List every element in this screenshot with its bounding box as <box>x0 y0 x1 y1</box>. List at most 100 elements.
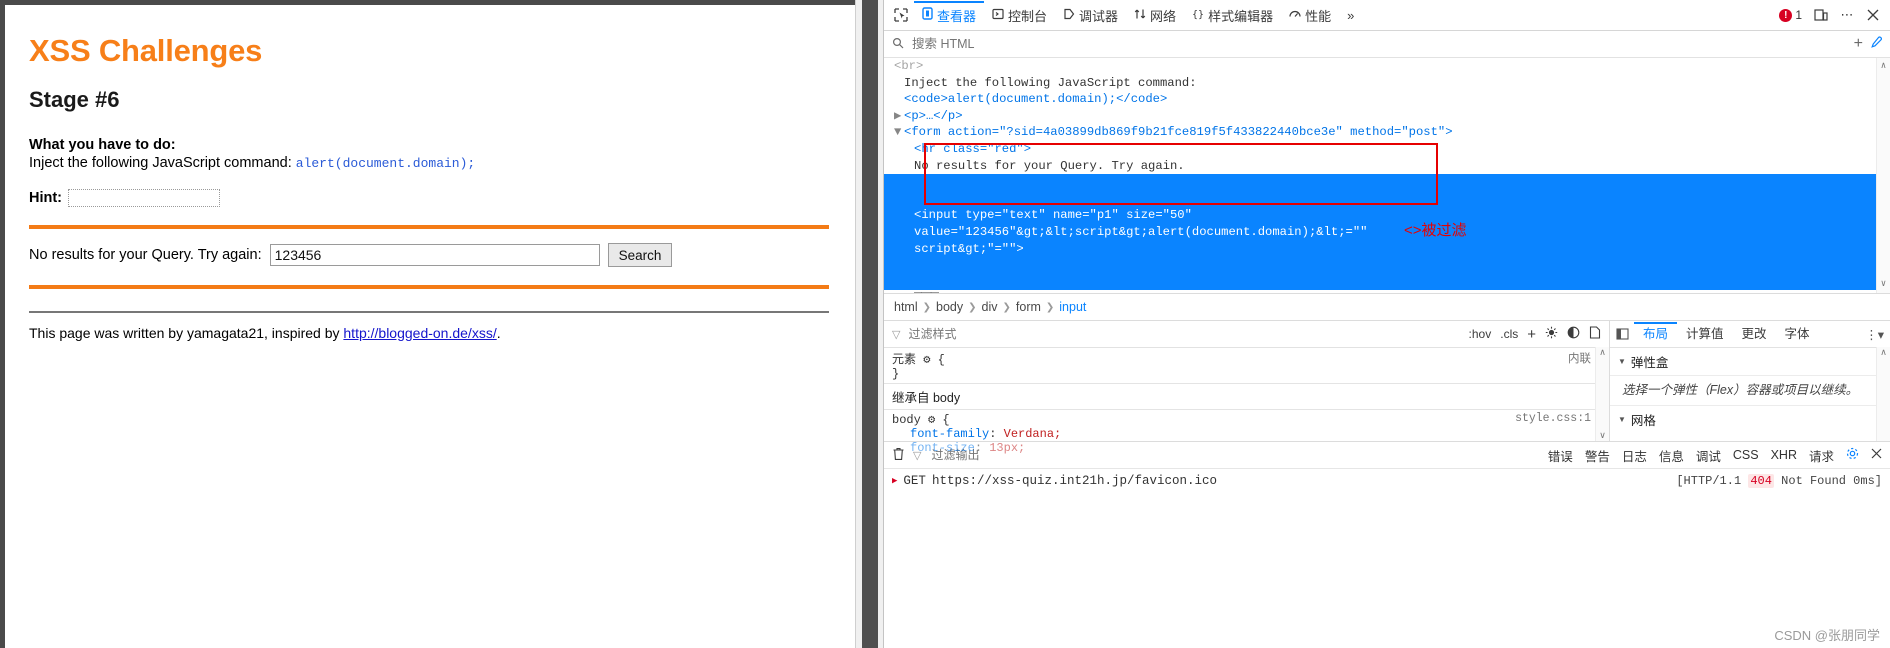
flexbox-section-header[interactable]: ▼ 弹性盒 <box>1610 348 1890 376</box>
breadcrumb-separator: ❯ <box>1045 301 1055 313</box>
markup-line-whitespace-badge[interactable]: 空白 <box>884 290 1890 293</box>
body-rule-value-2: 13px; <box>989 441 1026 455</box>
console-settings-icon[interactable] <box>1846 447 1859 463</box>
rules-scrollbar[interactable]: ∧ ∨ <box>1595 347 1609 441</box>
browser-content-pane: XSS Challenges Stage #6 What you have to… <box>0 0 855 648</box>
console-request-url[interactable]: https://xss-quiz.int21h.jp/favicon.ico <box>932 474 1217 488</box>
expand-arrow-icon[interactable]: ▶ <box>892 476 897 486</box>
console-request-method: GET <box>903 474 926 488</box>
tab-inspector[interactable]: 查看器 <box>914 1 984 30</box>
markup-scroll-down-icon[interactable]: ∨ <box>1877 276 1890 293</box>
layout-pane: 布局 计算值 更改 字体 ⋮▾ ▼ 弹性盒 选择一个弹性（Flex）容器或项目以… <box>1610 321 1890 441</box>
body-rule-property-2: font-size <box>910 441 975 455</box>
responsive-design-mode-icon[interactable] <box>1808 2 1834 28</box>
layout-tabs-overflow-icon[interactable]: ⋮▾ <box>1865 327 1890 342</box>
tab-console[interactable]: 控制台 <box>984 1 1055 30</box>
page-scrollbar-thumb[interactable] <box>862 0 878 648</box>
close-devtools-icon[interactable] <box>1860 2 1886 28</box>
eyedropper-icon[interactable] <box>1869 36 1882 52</box>
console-filter-css[interactable]: CSS <box>1733 448 1759 462</box>
console-filter-debug[interactable]: 调试 <box>1696 446 1721 465</box>
breadcrumb-item-form[interactable]: form <box>1016 300 1041 314</box>
html-search-input[interactable] <box>910 36 1848 52</box>
search-button[interactable]: Search <box>607 243 673 267</box>
layout-scroll-up-icon[interactable]: ∧ <box>1877 347 1890 358</box>
footer-link[interactable]: http://blogged-on.de/xss/ <box>343 325 496 341</box>
divider-orange-bottom <box>29 285 829 289</box>
tab-computed[interactable]: 计算值 <box>1677 322 1733 347</box>
grid-section-header[interactable]: ▼ 网格 <box>1610 405 1890 433</box>
html-markup-view[interactable]: <br> Inject the following JavaScript com… <box>884 58 1890 293</box>
tab-debugger[interactable]: 调试器 <box>1055 1 1126 30</box>
breadcrumb-separator: ❯ <box>922 301 932 313</box>
chevron-down-icon[interactable]: ▼ <box>1618 357 1626 366</box>
breadcrumb-item-div[interactable]: div <box>982 300 998 314</box>
expand-twisty-icon[interactable]: ▶ <box>894 108 904 125</box>
tab-network[interactable]: 网络 <box>1126 1 1184 30</box>
rules-scroll-up-icon[interactable]: ∧ <box>1596 347 1609 358</box>
rules-scroll-down-icon[interactable]: ∨ <box>1596 430 1609 441</box>
breadcrumb-item-html[interactable]: html <box>894 300 918 314</box>
tab-style-editor[interactable]: {} 样式编辑器 <box>1184 1 1281 30</box>
tab-inspector-label: 查看器 <box>937 8 977 24</box>
add-node-icon[interactable]: + <box>1854 35 1863 53</box>
breadcrumb-separator: ❯ <box>1002 301 1011 313</box>
body-rule-declaration[interactable]: font-family: Verdana; <box>892 427 1601 441</box>
console-icon <box>992 8 1004 23</box>
console-filter-info[interactable]: 信息 <box>1659 446 1684 465</box>
markup-line[interactable]: <br> <box>884 58 1890 75</box>
console-filter-requests[interactable]: 请求 <box>1809 446 1834 465</box>
error-count-badge[interactable]: ! 1 <box>1779 8 1802 22</box>
split-view-icon[interactable] <box>1610 328 1634 340</box>
style-filter-input[interactable] <box>906 326 1021 342</box>
tab-fonts[interactable]: 字体 <box>1776 322 1819 347</box>
hov-button[interactable]: :hov <box>1469 327 1492 341</box>
layout-pane-tabs: 布局 计算值 更改 字体 ⋮▾ <box>1610 321 1890 348</box>
element-picker-icon[interactable] <box>888 2 914 28</box>
body-rule[interactable]: body ⚙ { style.css:1 font-family: Verdan… <box>884 410 1609 457</box>
light-scheme-icon[interactable] <box>1545 326 1558 342</box>
markup-line-selected-input[interactable]: <input type="text" name="p1" size="50" v… <box>884 174 1890 291</box>
body-rule-property: font-family <box>910 427 990 441</box>
markup-line[interactable]: <hr class="red"> <box>884 141 1890 158</box>
body-rule-source[interactable]: style.css:1 <box>1515 412 1591 425</box>
stage-heading: Stage #6 <box>29 87 120 112</box>
markup-line[interactable]: <code>alert(document.domain);</code> <box>884 91 1890 108</box>
dark-scheme-icon[interactable] <box>1567 326 1580 342</box>
tab-performance[interactable]: 性能 <box>1281 1 1339 30</box>
footer-credit: This page was written by yamagata21, ins… <box>29 325 825 341</box>
tab-layout[interactable]: 布局 <box>1634 322 1677 347</box>
flexbox-section-label: 弹性盒 <box>1630 356 1669 370</box>
markup-line[interactable]: Inject the following JavaScript command: <box>884 75 1890 92</box>
markup-line-collapsed-p[interactable]: ▶ <p>…</p> <box>884 108 1890 125</box>
tab-changes[interactable]: 更改 <box>1733 322 1776 347</box>
status-prefix: [HTTP/1.1 <box>1676 474 1742 488</box>
more-options-icon[interactable]: ⋯ <box>1834 2 1860 28</box>
tabs-overflow-button[interactable]: » <box>1339 1 1362 30</box>
hint-box <box>68 189 221 207</box>
markup-scrollbar[interactable]: ∧ ∨ <box>1876 58 1890 293</box>
console-close-icon[interactable] <box>1871 448 1882 462</box>
console-message-row[interactable]: ▶ GET https://xss-quiz.int21h.jp/favicon… <box>884 469 1890 493</box>
chevron-down-icon[interactable]: ▼ <box>1618 415 1626 424</box>
add-rule-icon[interactable]: + <box>1527 326 1536 343</box>
markup-line[interactable]: No results for your Query. Try again. <box>884 158 1890 175</box>
markup-line-form[interactable]: ▼ <form action="?sid=4a03899db869f9b21fce… <box>884 124 1890 141</box>
body-rule-declaration-2[interactable]: font-size: 13px; <box>892 441 1601 455</box>
query-input[interactable] <box>269 244 600 266</box>
print-media-icon[interactable] <box>1589 326 1601 342</box>
console-filter-logs[interactable]: 日志 <box>1622 446 1647 465</box>
breadcrumb-item-input[interactable]: input <box>1059 300 1086 314</box>
svg-text:{}: {} <box>1192 9 1204 20</box>
markup-scroll-up-icon[interactable]: ∧ <box>1877 58 1890 75</box>
breadcrumb-item-body[interactable]: body <box>936 300 963 314</box>
performance-icon <box>1289 8 1301 23</box>
page-scrollbar[interactable] <box>855 0 884 648</box>
console-filter-xhr[interactable]: XHR <box>1771 448 1797 462</box>
cls-button[interactable]: .cls <box>1500 327 1518 341</box>
layout-scrollbar[interactable]: ∧ <box>1876 347 1890 441</box>
element-rule-source[interactable]: 内联 <box>1568 350 1591 366</box>
element-rule[interactable]: 元素 ⚙ { 内联 } <box>884 348 1609 383</box>
collapse-twisty-icon[interactable]: ▼ <box>894 124 904 141</box>
debugger-icon <box>1063 8 1075 23</box>
